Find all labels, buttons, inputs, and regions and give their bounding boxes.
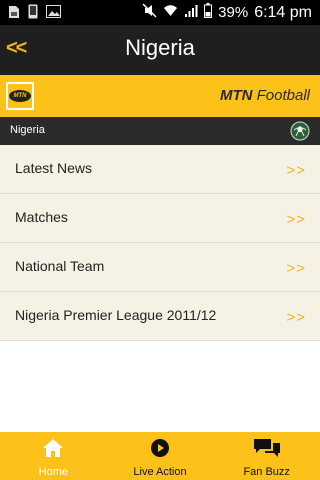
- menu-item-premier-league[interactable]: Nigeria Premier League 2011/12 >>: [0, 292, 320, 341]
- menu-item-label: Nigeria Premier League 2011/12: [15, 307, 217, 323]
- menu-item-latest-news[interactable]: Latest News >>: [0, 145, 320, 194]
- wifi-icon: [163, 3, 178, 22]
- page-title: Nigeria: [125, 35, 195, 60]
- menu-item-matches[interactable]: Matches >>: [0, 194, 320, 243]
- bottom-tab-bar: Home Live Action Fan Buzz: [0, 432, 320, 480]
- chevron-right-icon: >>: [286, 260, 306, 277]
- tab-label: Home: [38, 466, 68, 478]
- status-notifications: [8, 4, 61, 24]
- menu-item-label: National Team: [15, 258, 105, 274]
- title-bar: << Nigeria: [0, 25, 320, 75]
- tab-live-action[interactable]: Live Action: [107, 432, 214, 480]
- menu-list: Latest News >> Matches >> National Team …: [0, 145, 320, 341]
- status-system: 39% 6:14 pm: [142, 3, 312, 22]
- mtn-logo-oval: MTN: [9, 90, 31, 102]
- sim-card-icon: [8, 5, 20, 24]
- brand-name: MTN Football: [220, 87, 310, 104]
- tab-fan-buzz[interactable]: Fan Buzz: [213, 432, 320, 480]
- chat-icon: [253, 438, 281, 463]
- battery-percent: 39%: [218, 4, 249, 21]
- section-label: Nigeria: [10, 124, 45, 136]
- status-bar: 39% 6:14 pm: [0, 0, 320, 25]
- menu-item-label: Matches: [15, 209, 68, 225]
- chevron-right-icon: >>: [286, 162, 306, 179]
- section-bar: Nigeria: [0, 117, 320, 145]
- chevron-right-icon: >>: [286, 211, 306, 228]
- phone-icon: [28, 4, 38, 24]
- brand-bar: MTN MTN Football: [0, 75, 320, 117]
- tab-label: Fan Buzz: [243, 466, 290, 478]
- brand-name-bold: MTN: [219, 87, 253, 104]
- battery-icon: [204, 3, 213, 22]
- menu-item-national-team[interactable]: National Team >>: [0, 243, 320, 292]
- mtn-logo: MTN: [6, 82, 34, 110]
- menu-item-label: Latest News: [15, 160, 93, 176]
- signal-icon: [184, 3, 198, 22]
- brand-name-rest: Football: [252, 87, 310, 104]
- tab-label: Live Action: [133, 466, 187, 478]
- play-icon: [150, 438, 170, 463]
- clock: 6:14 pm: [254, 3, 312, 21]
- mtn-logo-text: MTN: [13, 93, 27, 99]
- no-sound-icon: [142, 3, 157, 22]
- football-icon: [290, 121, 310, 146]
- home-icon: [42, 438, 64, 463]
- chevron-right-icon: >>: [286, 309, 306, 326]
- image-icon: [46, 5, 61, 23]
- tab-home[interactable]: Home: [0, 432, 107, 480]
